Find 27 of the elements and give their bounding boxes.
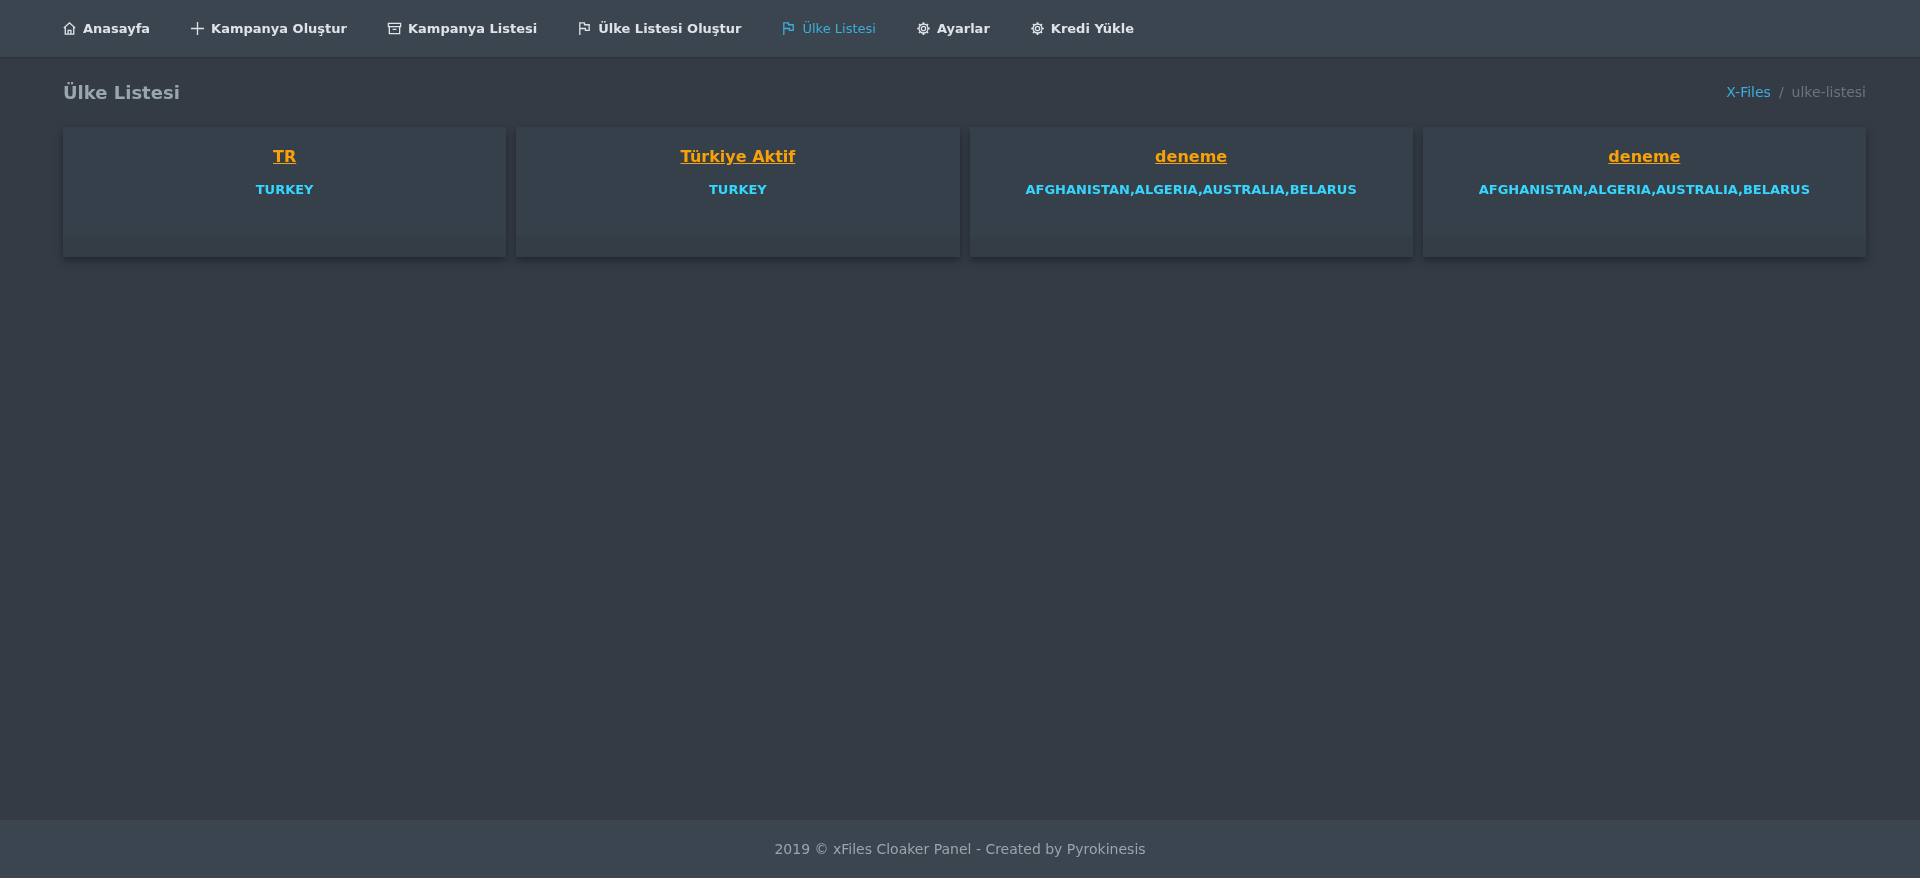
- page-title: Ülke Listesi: [63, 81, 180, 103]
- nav-item[interactable]: Kampanya Listesi: [387, 21, 538, 36]
- country-names: AFGHANISTAN,ALGERIA,AUSTRALIA,BELARUS: [1478, 182, 1810, 197]
- nav-item[interactable]: Ülke Listesi Oluştur: [577, 21, 742, 36]
- card-title-link[interactable]: TR: [273, 147, 297, 166]
- breadcrumb-link[interactable]: X-Files: [1726, 84, 1771, 100]
- country-names: AFGHANISTAN,ALGERIA,AUSTRALIA,BELARUS: [1025, 182, 1357, 197]
- footer-text: 2019 © xFiles Cloaker Panel - Created by Pyrokinesis: [774, 841, 1146, 857]
- nav-item[interactable]: Ülke Listesi: [781, 21, 876, 36]
- card-title-link[interactable]: deneme: [1155, 147, 1228, 166]
- nav-item[interactable]: Kampanya Oluştur: [190, 21, 347, 36]
- nav-item[interactable]: Ayarlar: [915, 21, 990, 36]
- card-title-link[interactable]: deneme: [1608, 147, 1681, 166]
- flag-icon: [781, 21, 797, 36]
- card-title-link[interactable]: Türkiye Aktif: [680, 147, 796, 166]
- nav-item[interactable]: Kredi Yükle: [1029, 21, 1135, 36]
- flag-icon: [577, 21, 593, 36]
- home-icon: [62, 21, 77, 36]
- country-names: TURKEY: [255, 182, 314, 197]
- settings-icon: [915, 21, 931, 36]
- settings-icon: [1029, 21, 1045, 36]
- country-names: TURKEY: [708, 182, 767, 197]
- archive-icon: [387, 21, 402, 36]
- breadcrumb-current: ulke-listesi: [1791, 84, 1866, 100]
- plus-icon: [190, 21, 206, 36]
- nav-item[interactable]: Anasayfa: [62, 21, 151, 36]
- breadcrumb-separator: /: [1778, 84, 1784, 100]
